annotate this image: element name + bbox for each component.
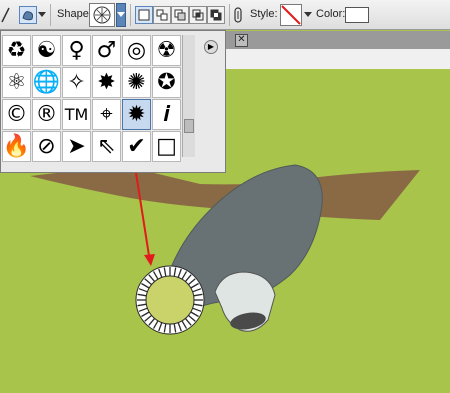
trademark-icon[interactable]: TM — [62, 99, 91, 130]
shape-glyph: □ — [156, 134, 177, 159]
shape-glyph: ⇖ — [97, 134, 116, 159]
burst-icon[interactable]: ✸ — [92, 67, 121, 98]
shape-glyph: ♻ — [6, 38, 27, 63]
shape-glyph: ☢ — [156, 38, 177, 63]
male-icon[interactable]: ♂ — [92, 35, 121, 66]
blank-square-icon[interactable]: □ — [152, 131, 181, 162]
info-icon[interactable]: 𝒊 — [152, 99, 181, 130]
shape-grid: ♻ ☯ ♀ ♂ ◎ ☢ ⚛ 🌐 ✧ ✸ ✺ ✪ © ® TM ⌖ ✹ 𝒊 🔥 ⊘ ➤ ⇖ ✔ □ — [2, 35, 181, 162]
burst-outline-icon[interactable]: ✺ — [122, 67, 151, 98]
starburst-circle-icon[interactable]: ✹ — [122, 99, 151, 130]
turbine-fan-ring — [135, 265, 205, 335]
picker-menu-button[interactable]: ▶ — [204, 40, 218, 54]
shape-glyph: ✔ — [127, 134, 146, 159]
crosshair-icon[interactable]: ⌖ — [92, 99, 121, 130]
shape-glyph: ✧ — [67, 70, 86, 95]
target-icon[interactable]: ◎ — [122, 35, 151, 66]
shape-glyph: ⚛ — [6, 70, 27, 95]
shape-glyph: 𝒊 — [163, 102, 170, 127]
radiation-icon[interactable]: ☢ — [152, 35, 181, 66]
shape-glyph: ✪ — [157, 70, 176, 95]
yin-yang-icon[interactable]: ☯ — [32, 35, 61, 66]
shape-glyph: ☯ — [36, 38, 57, 63]
shape-glyph: ◎ — [126, 38, 147, 63]
copyright-icon[interactable]: © — [2, 99, 31, 130]
picker-scrollbar[interactable] — [182, 35, 195, 157]
shape-glyph: ♂ — [96, 38, 117, 63]
checkmark-icon[interactable]: ✔ — [122, 131, 151, 162]
shape-glyph: ✺ — [127, 70, 146, 95]
pointer-arrowhead — [144, 254, 155, 266]
sparkle-icon[interactable]: ✧ — [62, 67, 91, 98]
shape-glyph: ✹ — [127, 102, 146, 127]
shape-glyph: ⊘ — [37, 134, 56, 159]
registered-icon[interactable]: ® — [32, 99, 61, 130]
fire-icon[interactable]: 🔥 — [2, 131, 31, 162]
arrow-cursor-icon[interactable]: ➤ — [62, 131, 91, 162]
custom-shape-picker: ♻ ☯ ♀ ♂ ◎ ☢ ⚛ 🌐 ✧ ✸ ✺ ✪ © ® TM ⌖ ✹ 𝒊 🔥 ⊘ ➤ ⇖ ✔ □ ▶ — [0, 30, 226, 173]
no-symbol-icon[interactable]: ⊘ — [32, 131, 61, 162]
shape-glyph: ➤ — [67, 134, 86, 159]
globe-icon[interactable]: 🌐 — [32, 67, 61, 98]
scrollbar-thumb[interactable] — [184, 119, 194, 133]
shape-glyph: 🔥 — [2, 134, 31, 159]
shape-glyph: 🌐 — [32, 70, 61, 95]
atom-icon[interactable]: ⚛ — [2, 67, 31, 98]
recycle-icon[interactable]: ♻ — [2, 35, 31, 66]
arrow-cursor-outline-icon[interactable]: ⇖ — [92, 131, 121, 162]
shape-glyph: ♀ — [68, 38, 85, 63]
shape-glyph: © — [5, 102, 28, 127]
shape-glyph: ⌖ — [100, 102, 113, 127]
shape-glyph: TM — [64, 105, 89, 124]
shape-glyph: ✸ — [97, 70, 116, 95]
star-icon[interactable]: ✪ — [152, 67, 181, 98]
shape-glyph: ® — [35, 102, 58, 127]
female-icon[interactable]: ♀ — [62, 35, 91, 66]
